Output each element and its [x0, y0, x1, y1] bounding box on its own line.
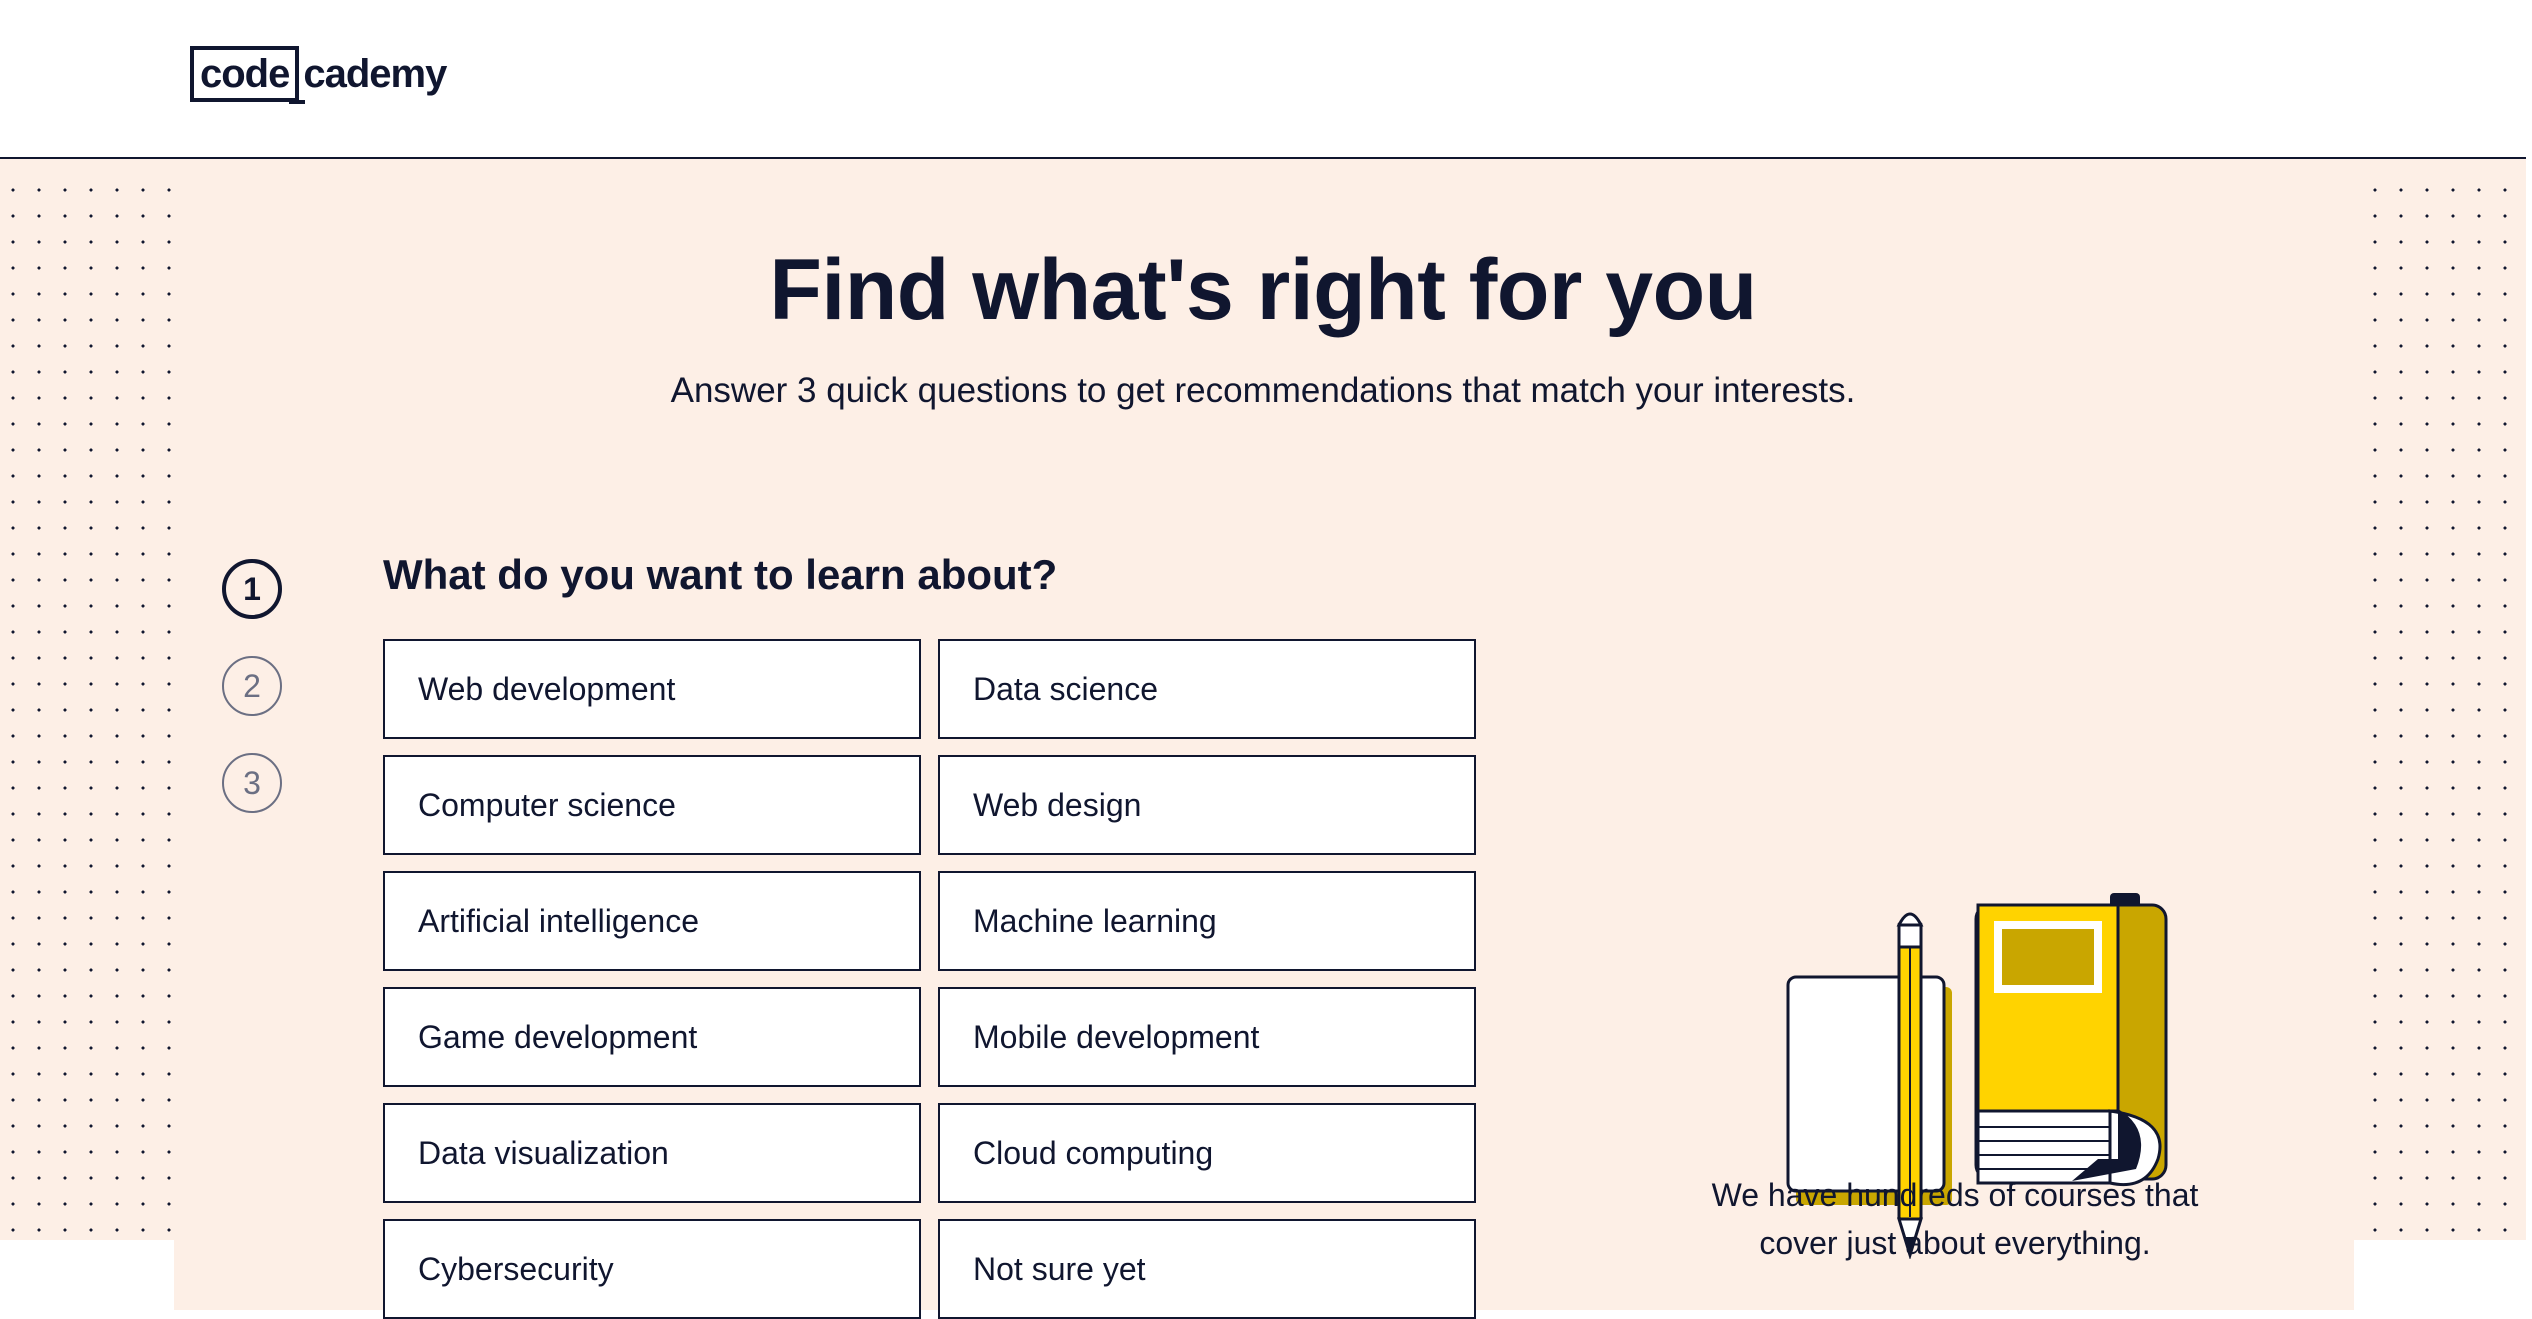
option-mobile-development[interactable]: Mobile development: [938, 987, 1476, 1087]
corner-cutout-left: [0, 1240, 174, 1310]
quiz-section: Find what's right for you Answer 3 quick…: [0, 159, 2526, 1319]
option-cybersecurity[interactable]: Cybersecurity: [383, 1219, 921, 1319]
option-web-development[interactable]: Web development: [383, 639, 921, 739]
option-not-sure-yet[interactable]: Not sure yet: [938, 1219, 1476, 1319]
step-indicator-1: 1: [222, 559, 282, 619]
step-indicator-2: 2: [222, 656, 282, 716]
logo-cademy-text: cademy: [303, 51, 447, 96]
page-title: Find what's right for you: [769, 242, 1757, 338]
option-machine-learning[interactable]: Machine learning: [938, 871, 1476, 971]
step-indicator-3: 3: [222, 753, 282, 813]
option-computer-science[interactable]: Computer science: [383, 755, 921, 855]
option-artificial-intelligence[interactable]: Artificial intelligence: [383, 871, 921, 971]
option-game-development[interactable]: Game development: [383, 987, 921, 1087]
courses-caption: We have hundreds of courses that cover j…: [1680, 1171, 2230, 1267]
answer-options: Web development Data science Computer sc…: [383, 639, 1476, 1319]
site-header: code cademy: [0, 0, 2526, 159]
logo-code-box: code: [190, 46, 306, 104]
codecademy-logo[interactable]: code cademy: [190, 46, 447, 104]
corner-cutout-right: [2354, 1240, 2526, 1310]
option-data-science[interactable]: Data science: [938, 639, 1476, 739]
caption-line-2: cover just about everything.: [1759, 1225, 2151, 1261]
question-title: What do you want to learn about?: [383, 551, 1058, 598]
caption-line-1: We have hundreds of courses that: [1711, 1177, 2199, 1213]
option-web-design[interactable]: Web design: [938, 755, 1476, 855]
page-subtitle: Answer 3 quick questions to get recommen…: [670, 371, 1856, 410]
option-cloud-computing[interactable]: Cloud computing: [938, 1103, 1476, 1203]
option-data-visualization[interactable]: Data visualization: [383, 1103, 921, 1203]
